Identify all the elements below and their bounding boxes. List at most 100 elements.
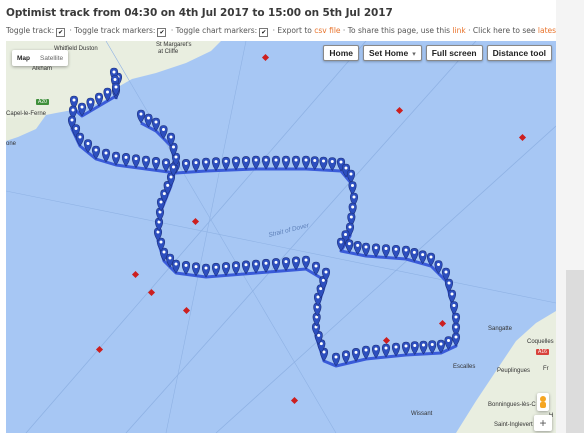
track-marker[interactable] [449,301,459,316]
map-type-map[interactable]: Map [12,55,35,62]
map-canvas[interactable] [6,41,556,433]
track-marker-dot [430,343,434,346]
track-marker[interactable] [221,262,231,276]
track-marker[interactable] [291,256,301,271]
track-marker[interactable] [211,157,221,172]
track-marker[interactable] [328,157,337,172]
chart-marker [147,288,156,297]
toggle-track-checkbox[interactable]: ✔ [56,28,66,37]
place-label: Coquelles [527,339,554,345]
pegman-icon[interactable] [537,393,549,411]
track-marker[interactable] [261,155,271,170]
track-marker-dot [174,155,178,159]
track-marker[interactable] [391,342,401,357]
track-marker-dot [234,264,238,268]
track-marker[interactable] [281,257,291,272]
track-marker[interactable] [251,259,261,274]
track-marker[interactable] [419,340,428,355]
track-marker[interactable] [141,155,151,170]
track-marker[interactable] [371,344,381,359]
map-type-satellite[interactable]: Satellite [35,55,68,62]
track-marker[interactable] [231,261,241,276]
track-marker-dot [374,246,378,250]
track-marker[interactable] [381,343,391,358]
track-marker-dot [447,339,450,342]
track-marker[interactable] [319,156,328,171]
track-marker[interactable] [75,132,85,147]
track-marker-dot [351,184,354,187]
toggle-track-markers-checkbox[interactable]: ✔ [157,28,167,37]
track-marker[interactable] [410,341,419,356]
track-marker[interactable] [181,159,191,173]
latest-text: Click here to see [472,26,536,35]
track-marker[interactable] [181,261,191,275]
track-marker-dot [374,347,378,351]
track-marker[interactable] [221,156,231,171]
full-screen-button[interactable]: Full screen [425,45,483,61]
track-marker[interactable] [241,156,251,170]
track-marker[interactable] [451,332,461,347]
track-marker-dot [224,264,228,268]
csv-file-link[interactable]: csv file [314,26,340,35]
track-marker[interactable] [391,244,401,259]
track-marker[interactable] [271,258,281,272]
track-marker-dot [330,160,334,163]
track-marker[interactable] [401,341,411,356]
track-marker-dot [437,263,440,266]
track-marker[interactable] [161,158,171,173]
track-marker[interactable] [361,345,371,360]
track-marker[interactable] [136,109,146,124]
track-marker[interactable] [131,154,141,169]
map-type-control: Map Satellite [12,50,69,66]
track-marker[interactable] [301,155,311,170]
place-label: Capel-le-Ferne [6,111,47,117]
place-label: Wissant [411,411,433,417]
track-marker-dot [351,205,355,209]
track-marker-dot [214,265,218,269]
home-button[interactable]: Home [323,45,359,61]
track-marker[interactable] [241,260,251,275]
track-marker-dot [364,348,368,352]
track-markers[interactable] [67,67,461,367]
share-link[interactable]: link [452,26,465,35]
track-marker[interactable] [401,245,411,260]
track-marker-dot [429,255,433,259]
track-marker[interactable] [201,157,211,172]
track-marker[interactable] [271,155,281,170]
map[interactable]: Whitfield Duston St Margaret's at Cliffe… [6,41,556,433]
track-marker[interactable] [261,258,271,273]
toggle-chart-markers-checkbox[interactable]: ✔ [259,28,269,37]
track-marker-dot [404,248,408,252]
track-marker[interactable] [301,255,311,270]
track-marker[interactable] [121,153,131,167]
track-marker[interactable] [231,156,241,171]
track-marker[interactable] [348,181,357,196]
zoom-in-button[interactable]: + [534,415,552,431]
track-marker-dot [422,343,425,347]
track-marker[interactable] [310,156,319,171]
track-marker-dot [454,325,458,329]
track-marker-dot [159,240,163,244]
track-marker-dot [412,250,416,254]
set-home-button[interactable]: Set Home ▾ [363,45,422,61]
track-marker[interactable] [151,157,161,171]
track-marker-dot [154,120,158,124]
track-marker-dot [274,158,278,162]
track-marker[interactable] [381,244,391,259]
track-marker[interactable] [251,155,261,170]
distance-tool-button[interactable]: Distance tool [486,45,552,61]
track-marker[interactable] [371,243,381,258]
track-marker[interactable] [211,262,221,277]
track-marker-dot [162,250,166,254]
track-marker-dot [344,166,348,170]
track-marker[interactable] [447,289,457,304]
track-marker[interactable] [291,155,301,170]
track-marker-dot [80,105,84,109]
track-marker[interactable] [191,158,201,173]
chart-marker [290,396,299,405]
track-marker[interactable] [201,263,211,278]
track-marker-dot [224,159,228,163]
track-marker[interactable] [428,340,437,355]
track-marker[interactable] [281,155,291,170]
track-marker-dot [394,345,398,349]
